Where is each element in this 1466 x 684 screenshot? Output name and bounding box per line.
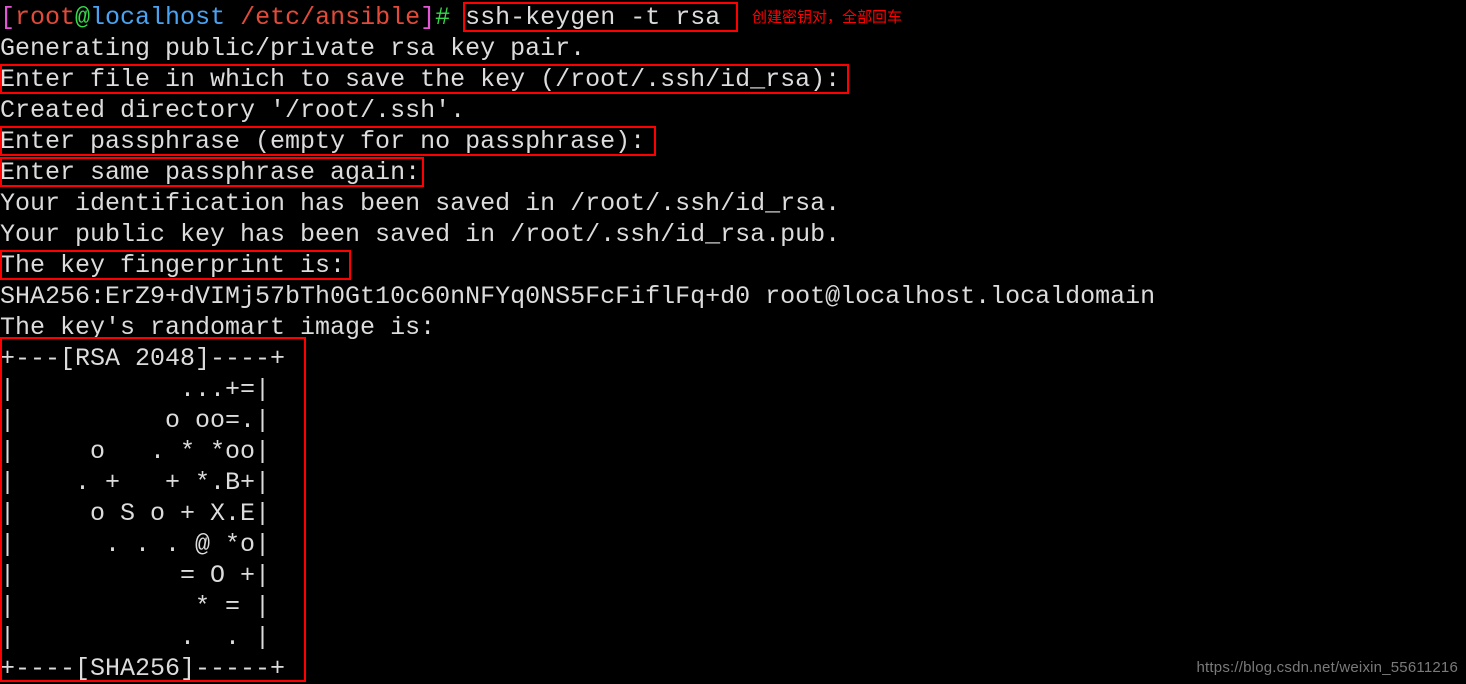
prompt-host: localhost xyxy=(90,3,226,32)
output-line-enter-file: Enter file in which to save the key (/ro… xyxy=(0,65,856,94)
randomart-row-2: | o oo=.| xyxy=(0,406,271,435)
prompt-path: /etc/ansible xyxy=(240,3,421,32)
output-line-created-directory: Created directory '/root/.ssh'. xyxy=(0,96,466,125)
randomart-row-4: | . + + *.B+| xyxy=(0,468,271,497)
prompt-hash: # xyxy=(435,3,451,32)
output-line-identification-saved: Your identification has been saved in /r… xyxy=(0,189,841,218)
prompt-at-symbol: @ xyxy=(75,3,91,32)
terminal-window: [root@localhost /etc/ansible]# ssh-keyge… xyxy=(0,0,1466,683)
randomart-row-6: | . . . @ *o| xyxy=(0,530,271,559)
randomart-footer: +----[SHA256]-----+ xyxy=(0,654,286,683)
randomart-row-7: | = O +| xyxy=(0,561,271,590)
output-line-enter-same-passphrase: Enter same passphrase again: xyxy=(0,158,436,187)
randomart-row-9: | . . | xyxy=(0,623,271,652)
output-line-randomart-label: The key's randomart image is: xyxy=(0,313,436,342)
output-line-fingerprint-label: The key fingerprint is: xyxy=(0,251,346,280)
randomart-row-8: | * = | xyxy=(0,592,271,621)
output-line-fingerprint-hash: SHA256:ErZ9+dVIMj57bTh0Gt10c60nNFYq0NS5F… xyxy=(0,282,1156,311)
randomart-header: +---[RSA 2048]----+ xyxy=(0,344,286,373)
prompt-close-bracket: ] xyxy=(420,3,436,32)
output-line-public-key-saved: Your public key has been saved in /root/… xyxy=(0,220,841,249)
prompt-open-bracket: [ xyxy=(0,3,16,32)
randomart-row-1: | ...+=| xyxy=(0,375,271,404)
terminal-prompt-line: [root@localhost /etc/ansible]# ssh-keyge… xyxy=(0,2,720,33)
randomart-row-5: | o S o + X.E| xyxy=(0,499,271,528)
annotation-note-create-keypair: 创建密钥对，全部回车 xyxy=(752,8,903,26)
command-text[interactable]: ssh-keygen -t rsa xyxy=(465,3,720,32)
watermark-blog-url: https://blog.csdn.net/weixin_55611216 xyxy=(1196,659,1458,676)
output-line-generating: Generating public/private rsa key pair. xyxy=(0,34,586,63)
prompt-user: root xyxy=(15,3,76,32)
prompt-gap xyxy=(450,3,465,32)
output-line-enter-passphrase: Enter passphrase (empty for no passphras… xyxy=(0,127,661,156)
randomart-row-3: | o . * *oo| xyxy=(0,437,271,466)
